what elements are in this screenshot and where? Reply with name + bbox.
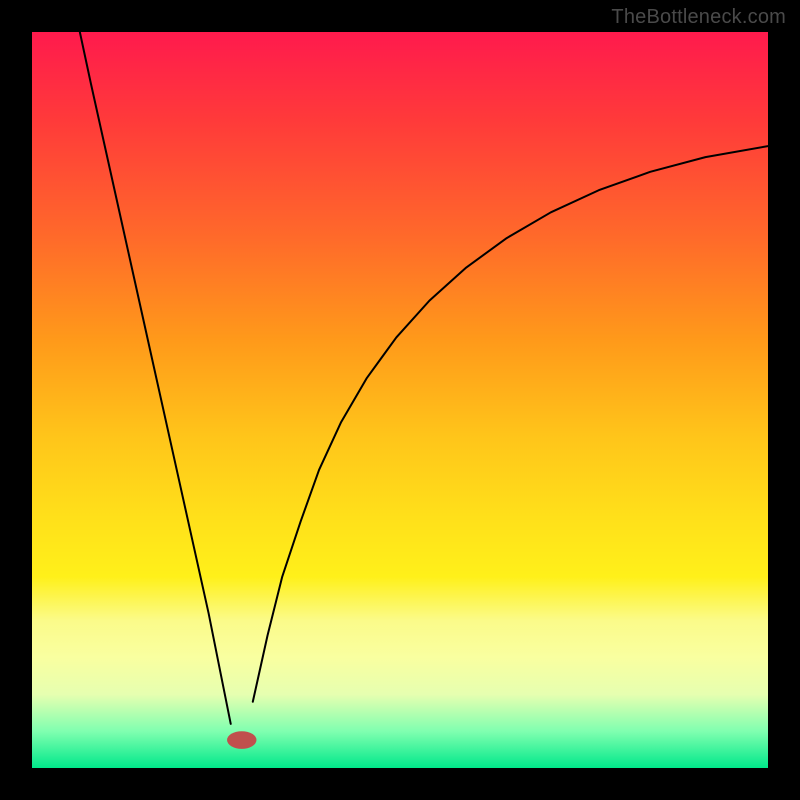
curve-left-branch (80, 32, 231, 724)
plot-area (32, 32, 768, 768)
curve-right-branch (253, 146, 768, 702)
minimum-marker (227, 731, 256, 749)
curve-layer (32, 32, 768, 768)
chart-frame: TheBottleneck.com (0, 0, 800, 800)
watermark-text: TheBottleneck.com (611, 6, 786, 29)
